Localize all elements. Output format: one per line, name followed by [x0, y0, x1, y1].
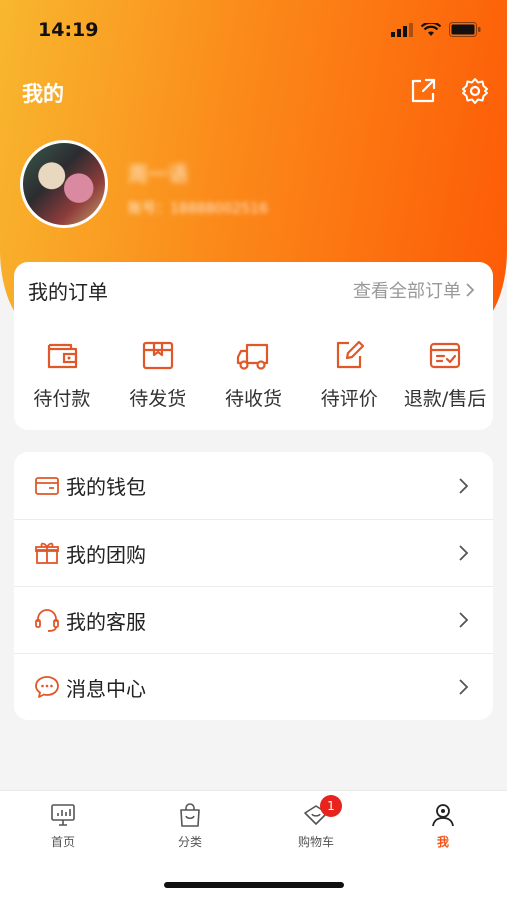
chevron-right-icon	[459, 477, 469, 494]
user-name: 周一语	[128, 162, 188, 186]
home-indicator	[164, 882, 344, 888]
signal-icon	[391, 22, 413, 37]
order-pending-review[interactable]: 待评价	[301, 336, 397, 411]
battery-icon	[449, 22, 481, 37]
order-label: 退款/售后	[403, 388, 487, 410]
user-account: 账号：18888002516	[128, 201, 268, 217]
truck-icon	[237, 343, 269, 370]
headset-icon	[35, 609, 59, 632]
orders-title: 我的订单	[28, 280, 108, 304]
order-label: 待评价	[320, 388, 378, 410]
order-pending-shipment[interactable]: 待发货	[110, 336, 206, 411]
settings-gear-icon[interactable]	[460, 76, 490, 106]
menu-item-messages[interactable]: 消息中心	[14, 653, 493, 720]
monitor-icon	[51, 804, 75, 826]
tab-label: 我	[436, 835, 449, 849]
tab-me[interactable]: 我	[403, 801, 483, 850]
wallet-icon	[47, 343, 77, 369]
order-pending-payment[interactable]: 待付款	[14, 336, 110, 411]
menu-item-group-buy[interactable]: 我的团购	[14, 519, 493, 586]
tab-home[interactable]: 首页	[23, 801, 103, 850]
package-icon	[142, 341, 173, 370]
wifi-icon	[421, 22, 441, 36]
chevron-right-icon	[466, 283, 475, 297]
menu-item-wallet[interactable]: 我的钱包	[14, 452, 493, 519]
tab-cart[interactable]: 1 购物车	[276, 795, 356, 850]
view-all-orders-link[interactable]: 查看全部订单	[353, 277, 475, 303]
menu-label: 消息中心	[66, 676, 146, 701]
status-icons	[391, 22, 481, 37]
cart-badge: 1	[320, 795, 342, 817]
menu-label: 我的钱包	[66, 475, 146, 499]
chat-icon	[35, 676, 59, 698]
menu-label: 我的客服	[66, 609, 146, 634]
gift-icon	[35, 542, 59, 564]
wallet-icon	[35, 476, 59, 495]
menu-label: 我的团购	[66, 542, 146, 567]
profile-icon	[432, 804, 454, 827]
status-time: 14:19	[38, 19, 99, 41]
tab-label: 分类	[177, 835, 202, 849]
chevron-right-icon	[459, 679, 469, 695]
chevron-right-icon	[459, 612, 469, 628]
edit-icon	[337, 340, 365, 369]
tab-label: 购物车	[297, 835, 334, 849]
share-icon[interactable]	[408, 76, 438, 106]
menu-card: 我的钱包 我的团购 我的客服 消息中心	[14, 452, 493, 720]
orders-card: 我的订单 查看全部订单 待付款 待发货 待收货 待评价 退款/售后	[14, 262, 493, 430]
order-label: 待发货	[129, 388, 187, 410]
menu-item-customer-service[interactable]: 我的客服	[14, 586, 493, 653]
shopping-bag-icon	[180, 803, 200, 827]
order-label: 待收货	[224, 388, 282, 410]
orders-header: 我的订单 查看全部订单	[14, 262, 493, 314]
refund-card-icon	[429, 342, 461, 369]
order-pending-receipt[interactable]: 待收货	[206, 336, 302, 411]
tab-label: 首页	[50, 835, 75, 849]
tab-category[interactable]: 分类	[150, 801, 230, 850]
order-label: 待付款	[33, 388, 91, 410]
page-title: 我的	[22, 82, 64, 106]
status-bar: 14:19	[0, 0, 507, 60]
chevron-right-icon	[459, 545, 469, 561]
avatar[interactable]	[20, 140, 108, 228]
order-refund-aftersale[interactable]: 退款/售后	[397, 336, 493, 411]
order-status-row: 待付款 待发货 待收货 待评价 退款/售后	[14, 336, 493, 411]
view-all-orders-label: 查看全部订单	[353, 281, 461, 302]
